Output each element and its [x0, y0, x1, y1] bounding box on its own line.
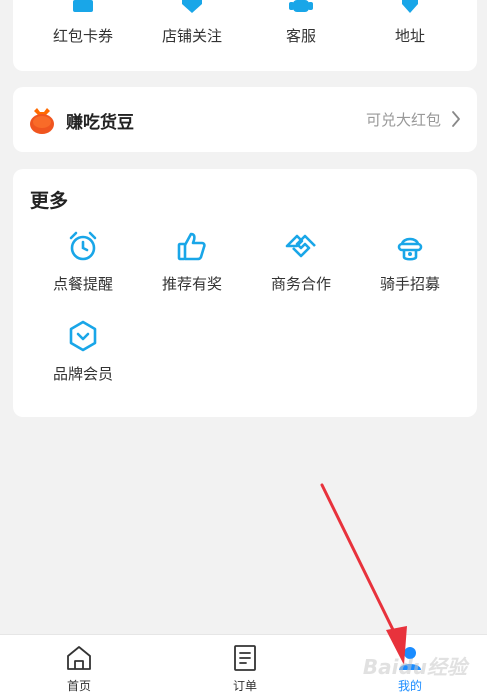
brand-member-label: 品牌会员	[52, 365, 113, 383]
order-icon	[234, 645, 256, 671]
business-cooperation-item[interactable]: 商务合作	[246, 229, 356, 309]
location-icon	[402, 0, 418, 13]
meal-reminder-item[interactable]: 点餐提醒	[28, 229, 138, 309]
watermark: Baidu经验	[362, 655, 467, 679]
services-card: 红包卡券 店铺关注 客服 地址	[13, 0, 477, 71]
store-follow-label: 店铺关注	[161, 27, 222, 45]
more-title: 更多	[30, 190, 69, 212]
tab-orders-label: 订单	[232, 679, 257, 693]
more-card: 更多 点餐提醒 推荐有奖 商务合作 骑手招募 品牌会员	[13, 169, 477, 417]
address-label: 地址	[394, 27, 425, 45]
rider-icon	[397, 237, 423, 261]
beans-title: 赚吃货豆	[66, 113, 134, 133]
customer-service-label: 客服	[285, 27, 316, 45]
address-item[interactable]: 地址	[355, 0, 465, 71]
rider-recruitment-item[interactable]: 骑手招募	[355, 229, 465, 309]
beans-card[interactable]: 赚吃货豆 可兑大红包	[13, 87, 477, 152]
thumbs-up-icon	[177, 232, 206, 261]
beans-redeem-text: 可兑大红包	[365, 111, 441, 129]
coupons-label: 红包卡券	[52, 27, 113, 45]
customer-service-icon	[289, 0, 313, 12]
tab-home[interactable]: 首页	[19, 635, 139, 698]
store-follow-icon	[182, 0, 202, 13]
money-bag-icon	[30, 108, 54, 134]
customer-service-item[interactable]: 客服	[246, 0, 356, 71]
referral-reward-item[interactable]: 推荐有奖	[137, 229, 247, 309]
referral-reward-label: 推荐有奖	[161, 275, 222, 293]
tab-orders[interactable]: 订单	[185, 635, 305, 698]
handshake-icon	[285, 234, 316, 258]
alarm-clock-icon	[69, 231, 97, 261]
rider-recruitment-label: 骑手招募	[379, 275, 440, 293]
coupons-item[interactable]: 红包卡券	[28, 0, 138, 71]
tab-home-label: 首页	[66, 679, 91, 693]
business-cooperation-label: 商务合作	[270, 275, 331, 293]
brand-member-item[interactable]: 品牌会员	[28, 319, 138, 399]
chevron-right-icon	[452, 111, 460, 127]
home-icon	[67, 646, 91, 670]
store-follow-item[interactable]: 店铺关注	[137, 0, 247, 71]
coupon-icon	[73, 0, 93, 12]
meal-reminder-label: 点餐提醒	[52, 275, 113, 293]
brand-member-icon	[69, 320, 97, 352]
